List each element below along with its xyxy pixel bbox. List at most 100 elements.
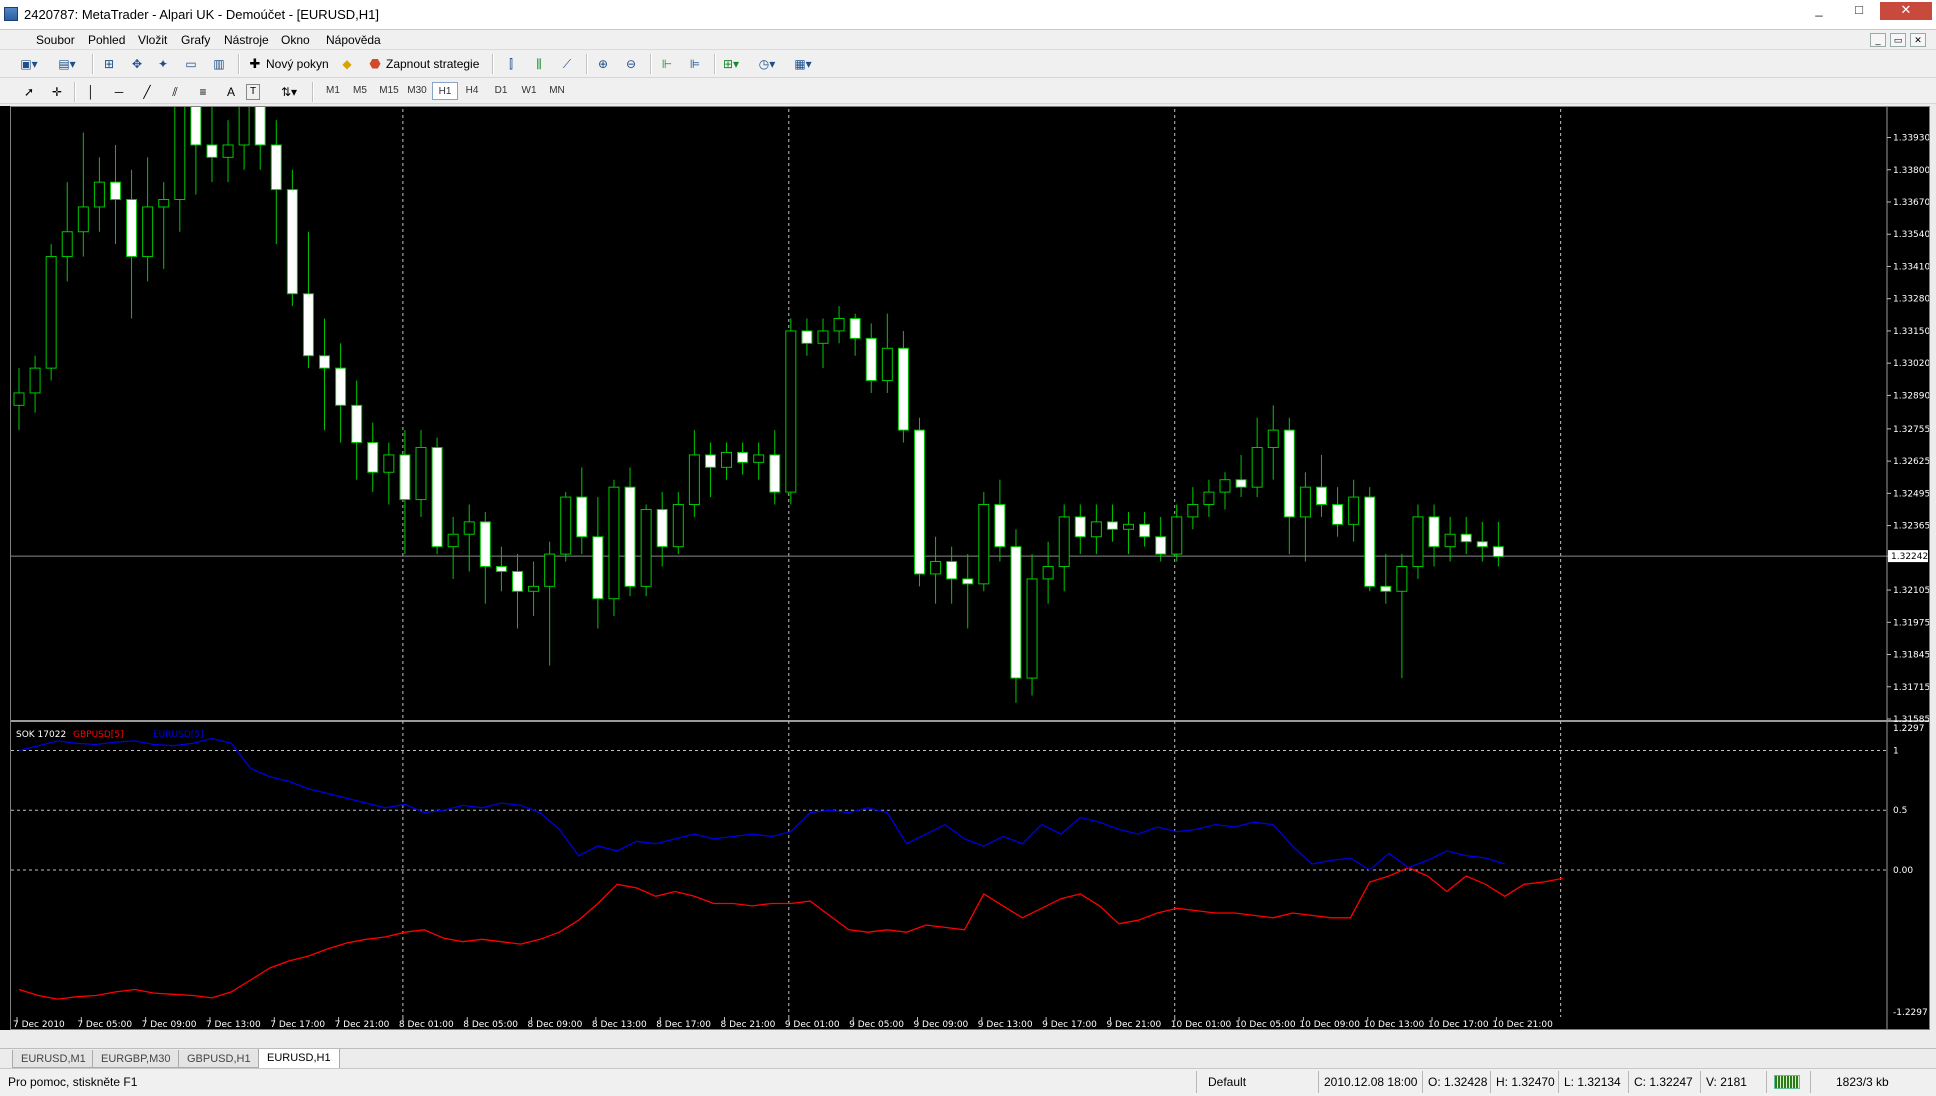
chart-shift-icon[interactable]: ⊫ [684, 54, 706, 74]
timeframe-h4[interactable]: H4 [459, 82, 485, 100]
menu-okno[interactable]: Okno [281, 33, 310, 47]
chart-window[interactable]: 1.33930 1.33800 1.33670 1.33540 1.33410 1.332… [10, 106, 1930, 1030]
mdi-minimize-button[interactable]: _ [1870, 33, 1886, 47]
bear-candle [737, 451, 749, 463]
bear-candle [254, 107, 266, 146]
tab-eurusd-m1[interactable]: EURUSD,M1 [12, 1050, 95, 1068]
close-window-button[interactable]: ✕ [1880, 2, 1932, 20]
bull-candle [544, 553, 556, 587]
timeframe-mn[interactable]: MN [544, 82, 570, 100]
arrows-icon[interactable]: ⇅▾ [278, 82, 300, 102]
bear-candle [1364, 496, 1376, 587]
tab-eurusd-h1[interactable]: EURUSD,H1 [258, 1049, 340, 1069]
bull-candle [930, 561, 942, 575]
data-window-icon[interactable]: ✥ [126, 54, 148, 74]
menu-nastroje[interactable]: Nástroje [224, 33, 269, 47]
profiles-icon[interactable]: ▤▾ [56, 54, 78, 74]
crosshair-icon[interactable]: ✛ [46, 82, 68, 102]
terminal-icon[interactable]: ▭ [180, 54, 202, 74]
bear-candle [286, 189, 298, 295]
menu-napoveda[interactable]: Nápověda [326, 33, 381, 47]
time-axis-label: 8 Dec 05:00 [463, 1020, 518, 1029]
trend-line-icon[interactable]: ╱ [136, 82, 158, 102]
templates-icon[interactable]: ▦▾ [792, 54, 814, 74]
candlestick-icon[interactable]: ⫼ [528, 54, 550, 74]
timeframe-w1[interactable]: W1 [516, 82, 542, 100]
mdi-close-button[interactable]: ✕ [1910, 33, 1926, 47]
new-order-button[interactable]: ✚ Nový pokyn [246, 54, 329, 74]
bear-candle [367, 442, 379, 473]
status-volume: V: 2181 [1706, 1075, 1747, 1089]
line-chart-icon[interactable]: ⟋ [556, 54, 578, 74]
menu-vlozit[interactable]: Vložit [138, 33, 167, 47]
minimize-button[interactable]: _ [1800, 2, 1838, 20]
bar-chart-icon[interactable]: ⫿ [500, 54, 522, 74]
channel-icon[interactable]: ≡ [192, 82, 214, 102]
current-price-label: 1.32242 [1891, 552, 1928, 562]
bear-candle [592, 536, 604, 600]
bear-candle [1380, 585, 1392, 592]
time-axis-label: 7 Dec 17:00 [270, 1020, 325, 1029]
bear-candle [335, 367, 347, 406]
status-close: C: 1.32247 [1634, 1075, 1693, 1089]
indicators-icon[interactable]: ⊞▾ [720, 54, 742, 74]
menu-bar: Soubor Pohled Vložit Grafy Nástroje Okno… [0, 30, 1936, 50]
fibonacci-icon[interactable]: ⫽ [164, 82, 186, 102]
bull-candle [1348, 496, 1360, 525]
bear-candle [962, 578, 974, 585]
time-axis-label: 7 Dec 2010 [13, 1020, 65, 1029]
cursor-arrow-icon[interactable]: ➚ [18, 82, 40, 102]
bear-candle [1492, 546, 1504, 558]
bull-candle [93, 181, 105, 208]
bull-candle [1026, 578, 1038, 679]
time-axis-label: 10 Dec 09:00 [1299, 1020, 1360, 1029]
bear-candle [1315, 486, 1327, 506]
bull-candle [1058, 516, 1070, 567]
timeframe-h1[interactable]: H1 [432, 82, 458, 100]
menu-pohled[interactable]: Pohled [88, 33, 125, 47]
time-axis-label: 8 Dec 09:00 [528, 1020, 583, 1029]
strategy-tester-icon[interactable]: ▥ [208, 54, 230, 74]
time-axis-label: 9 Dec 01:00 [785, 1020, 840, 1029]
bull-candle [447, 533, 459, 548]
periods-icon[interactable]: ◷▾ [756, 54, 778, 74]
market-watch-icon[interactable]: ⊞ [98, 54, 120, 74]
timeframe-d1[interactable]: D1 [488, 82, 514, 100]
bull-candle [61, 231, 73, 258]
timeframe-m30[interactable]: M30 [404, 82, 430, 100]
tab-gbpusd-h1[interactable]: GBPUSD,H1 [178, 1050, 260, 1068]
bull-candle [785, 330, 797, 493]
navigator-icon[interactable]: ✦ [152, 54, 174, 74]
horizontal-line-icon[interactable]: ─ [108, 82, 130, 102]
chart-canvas[interactable]: 1.33930 1.33800 1.33670 1.33540 1.33410 1.332… [11, 107, 1929, 1029]
price-axis-label: 1.32495 [1893, 489, 1929, 499]
mdi-restore-button[interactable]: ▭ [1890, 33, 1906, 47]
status-open: O: 1.32428 [1428, 1075, 1488, 1089]
bull-candle [1042, 566, 1054, 580]
zoom-in-icon[interactable]: ⊕ [592, 54, 614, 74]
time-axis-label: 10 Dec 05:00 [1235, 1020, 1296, 1029]
gbpusd-indicator-line [18, 866, 1563, 1000]
new-chart-icon[interactable]: ▣▾ [18, 54, 40, 74]
zoom-out-icon[interactable]: ⊖ [620, 54, 642, 74]
indicator-axis-label: 0.00 [1893, 866, 1913, 876]
timeframe-m5[interactable]: M5 [347, 82, 373, 100]
text-tool-icon[interactable]: A [220, 82, 242, 102]
metaeditor-icon[interactable]: ◆ [336, 54, 358, 74]
bear-candle [946, 561, 958, 580]
bull-candle [688, 454, 700, 506]
timeframe-m15[interactable]: M15 [376, 82, 402, 100]
text-label-icon[interactable]: T [246, 84, 260, 100]
menu-soubor[interactable]: Soubor [36, 33, 75, 47]
maximize-button[interactable]: □ [1840, 2, 1878, 20]
status-traffic: 1823/3 kb [1836, 1075, 1889, 1089]
vertical-line-icon[interactable]: │ [80, 82, 102, 102]
strategy-toggle-button[interactable]: ⬣ Zapnout strategie [366, 54, 479, 74]
bear-candle [1155, 536, 1167, 555]
bull-candle [528, 585, 540, 592]
timeframe-m1[interactable]: M1 [320, 82, 346, 100]
auto-scroll-icon[interactable]: ⊩ [656, 54, 678, 74]
tab-eurgbp-m30[interactable]: EURGBP,M30 [92, 1050, 180, 1068]
bull-candle [1412, 516, 1424, 567]
menu-grafy[interactable]: Grafy [181, 33, 210, 47]
